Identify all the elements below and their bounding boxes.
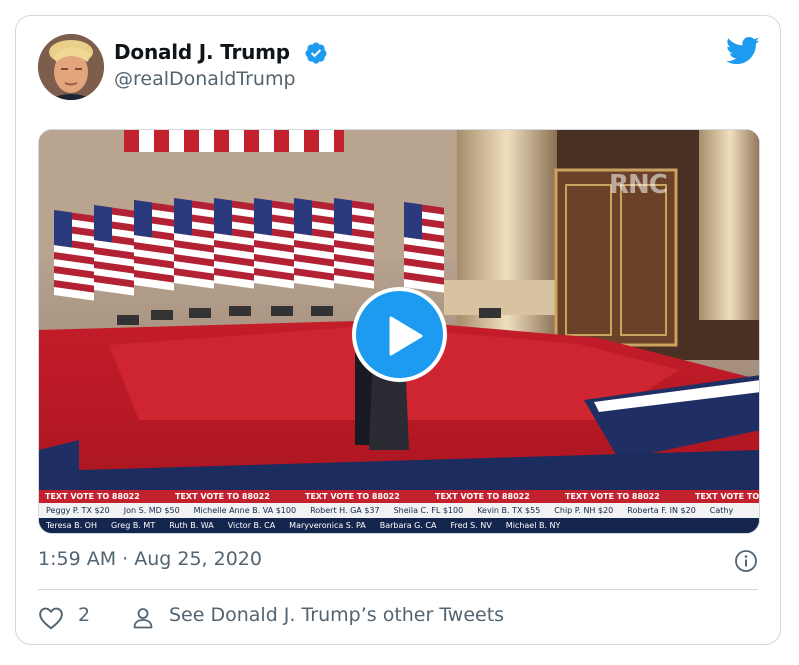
author-handle[interactable]: @realDonaldTrump [114, 68, 296, 90]
avatar-image [38, 34, 104, 100]
play-button[interactable] [352, 287, 447, 382]
tweet-card: Donald J. Trump @realDonaldTrump RNC TEX… [15, 15, 781, 645]
info-icon[interactable] [734, 549, 758, 573]
author-name[interactable]: Donald J. Trump [114, 40, 290, 64]
ticker-item: TEXT VOTE TO 88022 [175, 492, 270, 501]
ticker-item: Michael B. NY [505, 521, 561, 530]
tweet-timestamp[interactable]: 1:59 AM · Aug 25, 2020 [38, 548, 262, 570]
ticker-item: Teresa B. OH [46, 521, 97, 530]
other-tweets-label: See Donald J. Trump’s other Tweets [169, 604, 505, 626]
ticker-top-row: TEXT VOTE TO 88022 TEXT VOTE TO 88022 TEXT… [39, 490, 759, 503]
ticker-bottom-row: Teresa B. OH Greg B. MT Ruth B. WA Victor B… [39, 518, 759, 533]
ticker-item: Victor B. CA [227, 521, 276, 530]
verified-badge-icon [305, 42, 327, 64]
like-button[interactable]: 2 [38, 604, 118, 632]
ticker-item: Michelle Anne B. VA $100 [193, 506, 297, 515]
ticker-item: Cathy [709, 506, 734, 515]
ticker-mid-row: Peggy P. TX $20 Jon S. MD $50 Michelle Ann… [39, 503, 759, 518]
play-icon [389, 316, 423, 356]
ticker-item: Kevin B. TX $55 [477, 506, 541, 515]
ticker-item: Barbara G. CA [379, 521, 437, 530]
ticker-item: TEXT VOTE TO 88022 [565, 492, 660, 501]
ticker-item: Jon S. MD $50 [123, 506, 180, 515]
ticker-item: Sheila C. FL $100 [393, 506, 464, 515]
rnc-watermark: RNC [609, 170, 668, 200]
heart-icon [39, 607, 63, 630]
ticker-item: Ruth B. WA [169, 521, 214, 530]
ticker-item: TEXT VOTE TO 88022 [45, 492, 140, 501]
ticker-item: Chip P. NH $20 [554, 506, 614, 515]
like-count: 2 [78, 604, 91, 626]
ticker-item: Maryveronica S. PA [289, 521, 366, 530]
ticker-item: TEXT VOTE TO 88022 [305, 492, 400, 501]
ticker-item: Roberta F. IN $20 [627, 506, 696, 515]
twitter-bird-icon[interactable] [726, 36, 760, 66]
video-player[interactable]: RNC TEXT VOTE TO 88022 TEXT VOTE TO 88022… [38, 129, 760, 534]
person-icon [133, 608, 153, 629]
avatar[interactable] [38, 34, 104, 100]
banner-flag [124, 130, 344, 152]
ticker-item: TEXT VOTE TO [695, 492, 759, 501]
ticker-item: Fred S. NV [450, 521, 492, 530]
ticker-item: TEXT VOTE TO 88022 [435, 492, 530, 501]
ticker-item: Robert H. GA $37 [310, 506, 380, 515]
donation-ticker: TEXT VOTE TO 88022 TEXT VOTE TO 88022 TEXT… [39, 490, 759, 533]
divider [38, 589, 758, 590]
ticker-item: Peggy P. TX $20 [46, 506, 110, 515]
ticker-item: Greg B. MT [110, 521, 156, 530]
